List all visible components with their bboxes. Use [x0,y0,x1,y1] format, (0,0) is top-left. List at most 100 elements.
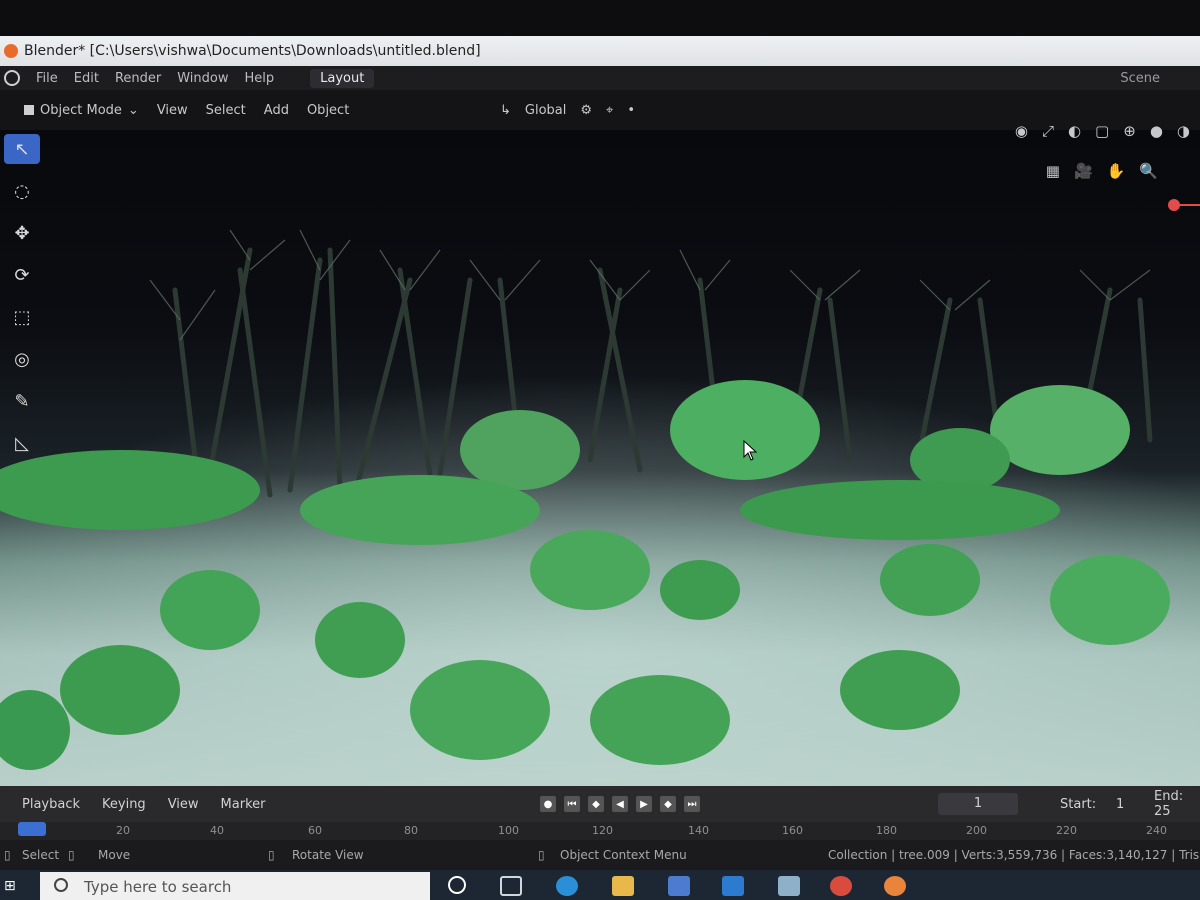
ruler-tick: 60 [308,824,322,837]
menu-edit[interactable]: Edit [74,71,99,86]
axis-gizmo[interactable] [1168,190,1200,220]
task-view-icon[interactable] [500,876,522,896]
mouse-right-icon: ▯ [268,848,275,862]
menu-help[interactable]: Help [245,71,275,86]
scene-statistics: Collection | tree.009 | Verts:3,559,736 … [828,848,1200,862]
end-frame-field[interactable]: 25 [1154,804,1171,819]
proportional-edit-icon[interactable]: • [627,103,635,118]
ruler-tick: 80 [404,824,418,837]
chevron-down-icon: ⌄ [127,102,139,118]
select-box-tool-icon[interactable]: ↖ [4,134,40,164]
playhead[interactable] [18,822,46,836]
play-icon[interactable]: ▶ [636,796,652,812]
timeline-menu-keying[interactable]: Keying [102,797,146,812]
tree-branches [149,229,1151,341]
taskbar-search-box[interactable]: Type here to search [40,872,430,900]
mouse-middle-icon: ▯ [68,848,75,862]
menu-file[interactable]: File [36,71,58,86]
status-context-menu: Object Context Menu [560,848,687,862]
timeline-header: Playback Keying View Marker ● ⏮ ◆ ◀ ▶ ◆ … [0,786,1200,822]
windows-taskbar: ⊞ Type here to search [0,870,1200,900]
current-frame-field[interactable]: 1 [938,793,1018,815]
wireframe-shading-icon[interactable]: ⊕ [1123,122,1136,140]
measure-tool-icon[interactable]: ◺ [4,428,40,458]
scale-tool-icon[interactable]: ⬚ [4,302,40,332]
ruler-tick: 100 [498,824,519,837]
workspace-tab-layout[interactable]: Layout [310,68,375,88]
blender-icon[interactable] [884,876,906,896]
header-menu-object[interactable]: Object [307,103,349,118]
ruler-tick: 180 [876,824,897,837]
windows-start-icon[interactable]: ⊞ [4,878,16,894]
overlay-icon[interactable]: ◐ [1068,122,1081,140]
object-mode-icon [24,105,34,115]
status-bar: ▯ Select ▯ Move ▯ Rotate View ▯ Object C… [0,840,1200,870]
object-mode-label: Object Mode [40,102,122,118]
blender-menu-icon[interactable] [4,70,20,86]
gizmo-toggle-icon[interactable]: ⤢ [1042,122,1054,140]
snap-icon[interactable]: ⌖ [606,103,613,118]
cursor-tool-icon[interactable]: ◌ [4,176,40,206]
transform-orientation-dropdown[interactable]: Global [525,103,566,118]
timeline-ruler[interactable]: 20 40 60 80 100 120 140 160 180 200 220 … [0,822,1200,840]
ruler-tick: 120 [592,824,613,837]
zoom-icon[interactable]: 🔍 [1139,162,1158,180]
ruler-tick: 40 [210,824,224,837]
record-icon[interactable]: ● [540,796,556,812]
file-explorer-icon[interactable] [612,876,634,896]
solid-shading-icon[interactable]: ● [1150,122,1163,140]
store-icon[interactable] [668,876,690,896]
header-menu-add[interactable]: Add [264,103,289,118]
chrome-icon[interactable] [830,876,852,896]
rotate-tool-icon[interactable]: ⟳ [4,260,40,290]
mouse-left-icon: ▯ [4,848,11,862]
move-tool-icon[interactable]: ✥ [4,218,40,248]
mouse-context-icon: ▯ [538,848,545,862]
header-menu-select[interactable]: Select [206,103,246,118]
viewport-3d[interactable] [0,130,1200,786]
orientation-icon: ↳ [500,102,511,118]
xray-icon[interactable]: ▢ [1095,122,1109,140]
jump-end-icon[interactable]: ⏭ [684,796,700,812]
next-keyframe-icon[interactable]: ◆ [660,796,676,812]
blender-logo-icon [4,44,18,58]
transform-tool-icon[interactable]: ◎ [4,344,40,374]
hand-pan-icon[interactable]: ✋ [1107,162,1126,180]
play-reverse-icon[interactable]: ◀ [612,796,628,812]
timeline-menu-marker[interactable]: Marker [221,797,266,812]
transform-controls: ↳ Global ⚙ ⌖ • [500,103,635,118]
search-placeholder: Type here to search [84,878,232,896]
menu-window[interactable]: Window [177,71,228,86]
top-menu-bar: File Edit Render Window Help Layout Scen… [0,66,1200,90]
window-titlebar: Blender* [C:\Users\vishwa\Documents\Down… [0,36,1200,66]
annotate-tool-icon[interactable]: ✎ [4,386,40,416]
cortana-icon[interactable] [448,876,466,894]
visibility-icon[interactable]: ◉ [1015,122,1028,140]
timeline-menu-playback[interactable]: Playback [22,797,80,812]
camera-icon[interactable]: 🎥 [1074,162,1093,180]
start-frame-field[interactable]: 1 [1116,797,1124,812]
object-mode-dropdown[interactable]: Object Mode ⌄ [24,103,139,118]
edge-icon[interactable] [556,876,578,896]
mail-icon[interactable] [722,876,744,896]
prev-keyframe-icon[interactable]: ◆ [588,796,604,812]
pivot-icon[interactable]: ⚙ [580,103,592,118]
material-shading-icon[interactable]: ◑ [1177,122,1190,140]
status-select: Select [22,848,60,862]
menu-render[interactable]: Render [115,71,161,86]
grid-view-icon[interactable]: ▦ [1046,162,1060,180]
end-label-text: End: [1154,789,1184,804]
jump-start-icon[interactable]: ⏮ [564,796,580,812]
mouse-cursor-icon [743,440,758,461]
header-menu-view[interactable]: View [157,103,188,118]
ruler-tick: 160 [782,824,803,837]
tool-shelf: ↖ ◌ ✥ ⟳ ⬚ ◎ ✎ ◺ [0,134,44,458]
playback-controls: ● ⏮ ◆ ◀ ▶ ◆ ⏭ [540,796,700,812]
device-icon[interactable] [778,876,800,896]
scene-selector[interactable]: Scene [1120,71,1160,86]
forest-scene [0,229,1200,786]
search-icon [54,878,68,892]
ruler-tick: 240 [1146,824,1167,837]
ruler-tick: 200 [966,824,987,837]
timeline-menu-view[interactable]: View [168,797,199,812]
